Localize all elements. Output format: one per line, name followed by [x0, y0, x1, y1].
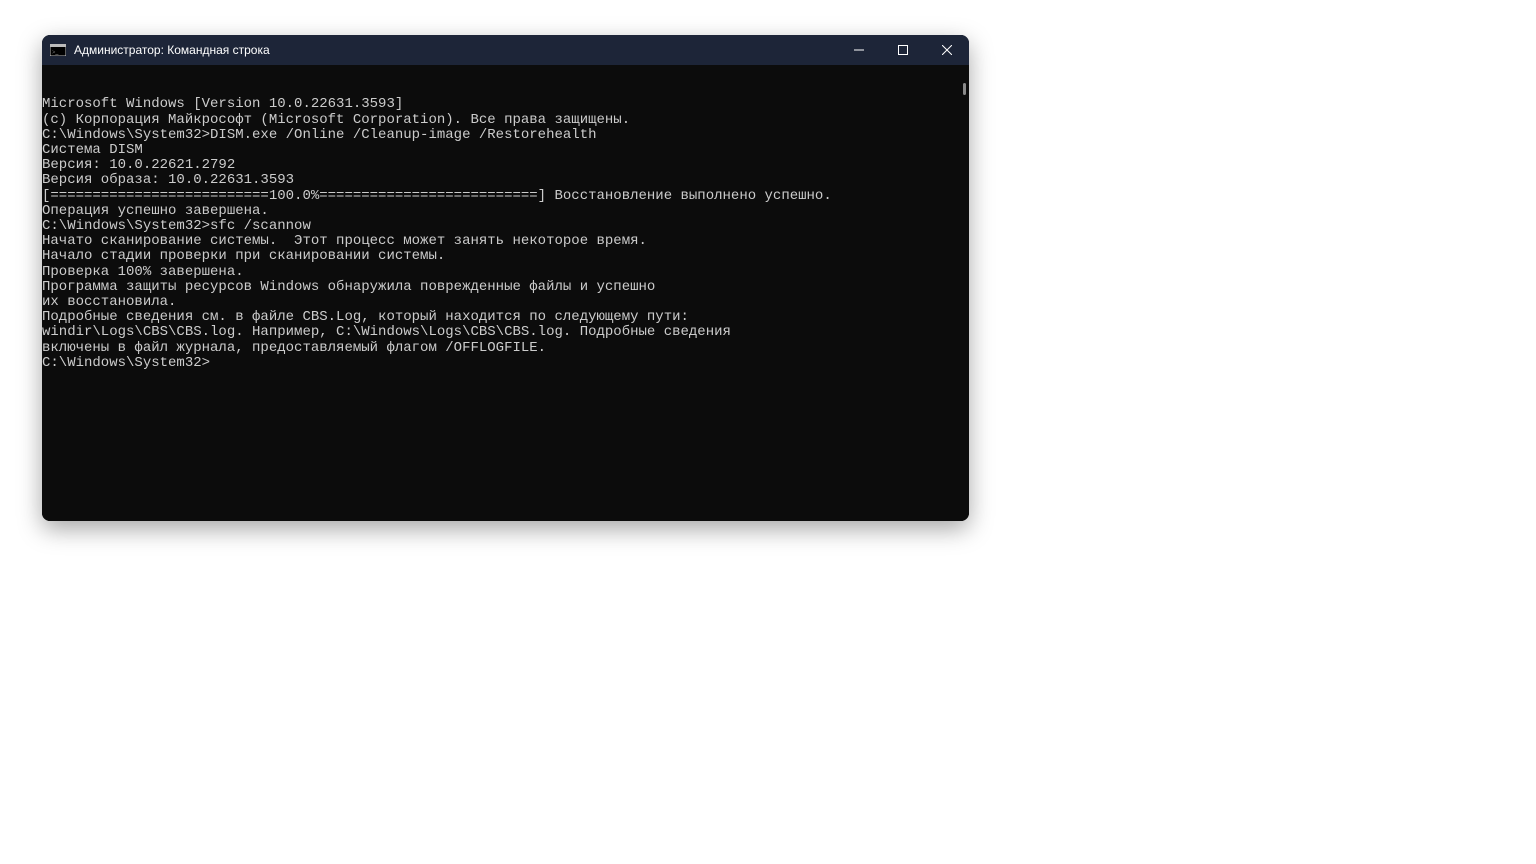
minimize-button[interactable] [837, 35, 881, 65]
terminal-line: (c) Корпорация Майкрософт (Microsoft Cor… [42, 113, 969, 128]
titlebar[interactable]: >_ Администратор: Командная строка [42, 35, 969, 65]
terminal-line: Версия образа: 10.0.22631.3593 [42, 173, 969, 188]
terminal-line: Начато сканирование системы. Этот процес… [42, 234, 969, 249]
window-title: Администратор: Командная строка [74, 43, 270, 57]
cmd-icon: >_ [50, 44, 66, 56]
terminal-line: включены в файл журнала, предоставляемый… [42, 341, 969, 356]
terminal-line: Microsoft Windows [Version 10.0.22631.35… [42, 97, 969, 112]
terminal-output[interactable]: Microsoft Windows [Version 10.0.22631.35… [42, 65, 969, 521]
terminal-line: windir\Logs\CBS\CBS.log. Например, C:\Wi… [42, 325, 969, 340]
window-controls [837, 35, 969, 65]
terminal-line: Проверка 100% завершена. [42, 265, 969, 280]
terminal-line: Cистема DISM [42, 143, 969, 158]
cmd-window: >_ Администратор: Командная строка Micro… [42, 35, 969, 521]
terminal-line: Операция успешно завершена. [42, 204, 969, 219]
terminal-line: Программа защиты ресурсов Windows обнару… [42, 280, 969, 295]
terminal-line: C:\Windows\System32>sfc /scannow [42, 219, 969, 234]
terminal-line: Начало стадии проверки при сканировании … [42, 249, 969, 264]
terminal-line: [==========================100.0%=======… [42, 189, 969, 204]
terminal-line: их восстановила. [42, 295, 969, 310]
maximize-button[interactable] [881, 35, 925, 65]
scrollbar-thumb[interactable] [963, 83, 966, 95]
svg-text:>_: >_ [52, 50, 59, 56]
terminal-line: C:\Windows\System32> [42, 356, 969, 371]
terminal-line: C:\Windows\System32>DISM.exe /Online /Cl… [42, 128, 969, 143]
close-button[interactable] [925, 35, 969, 65]
